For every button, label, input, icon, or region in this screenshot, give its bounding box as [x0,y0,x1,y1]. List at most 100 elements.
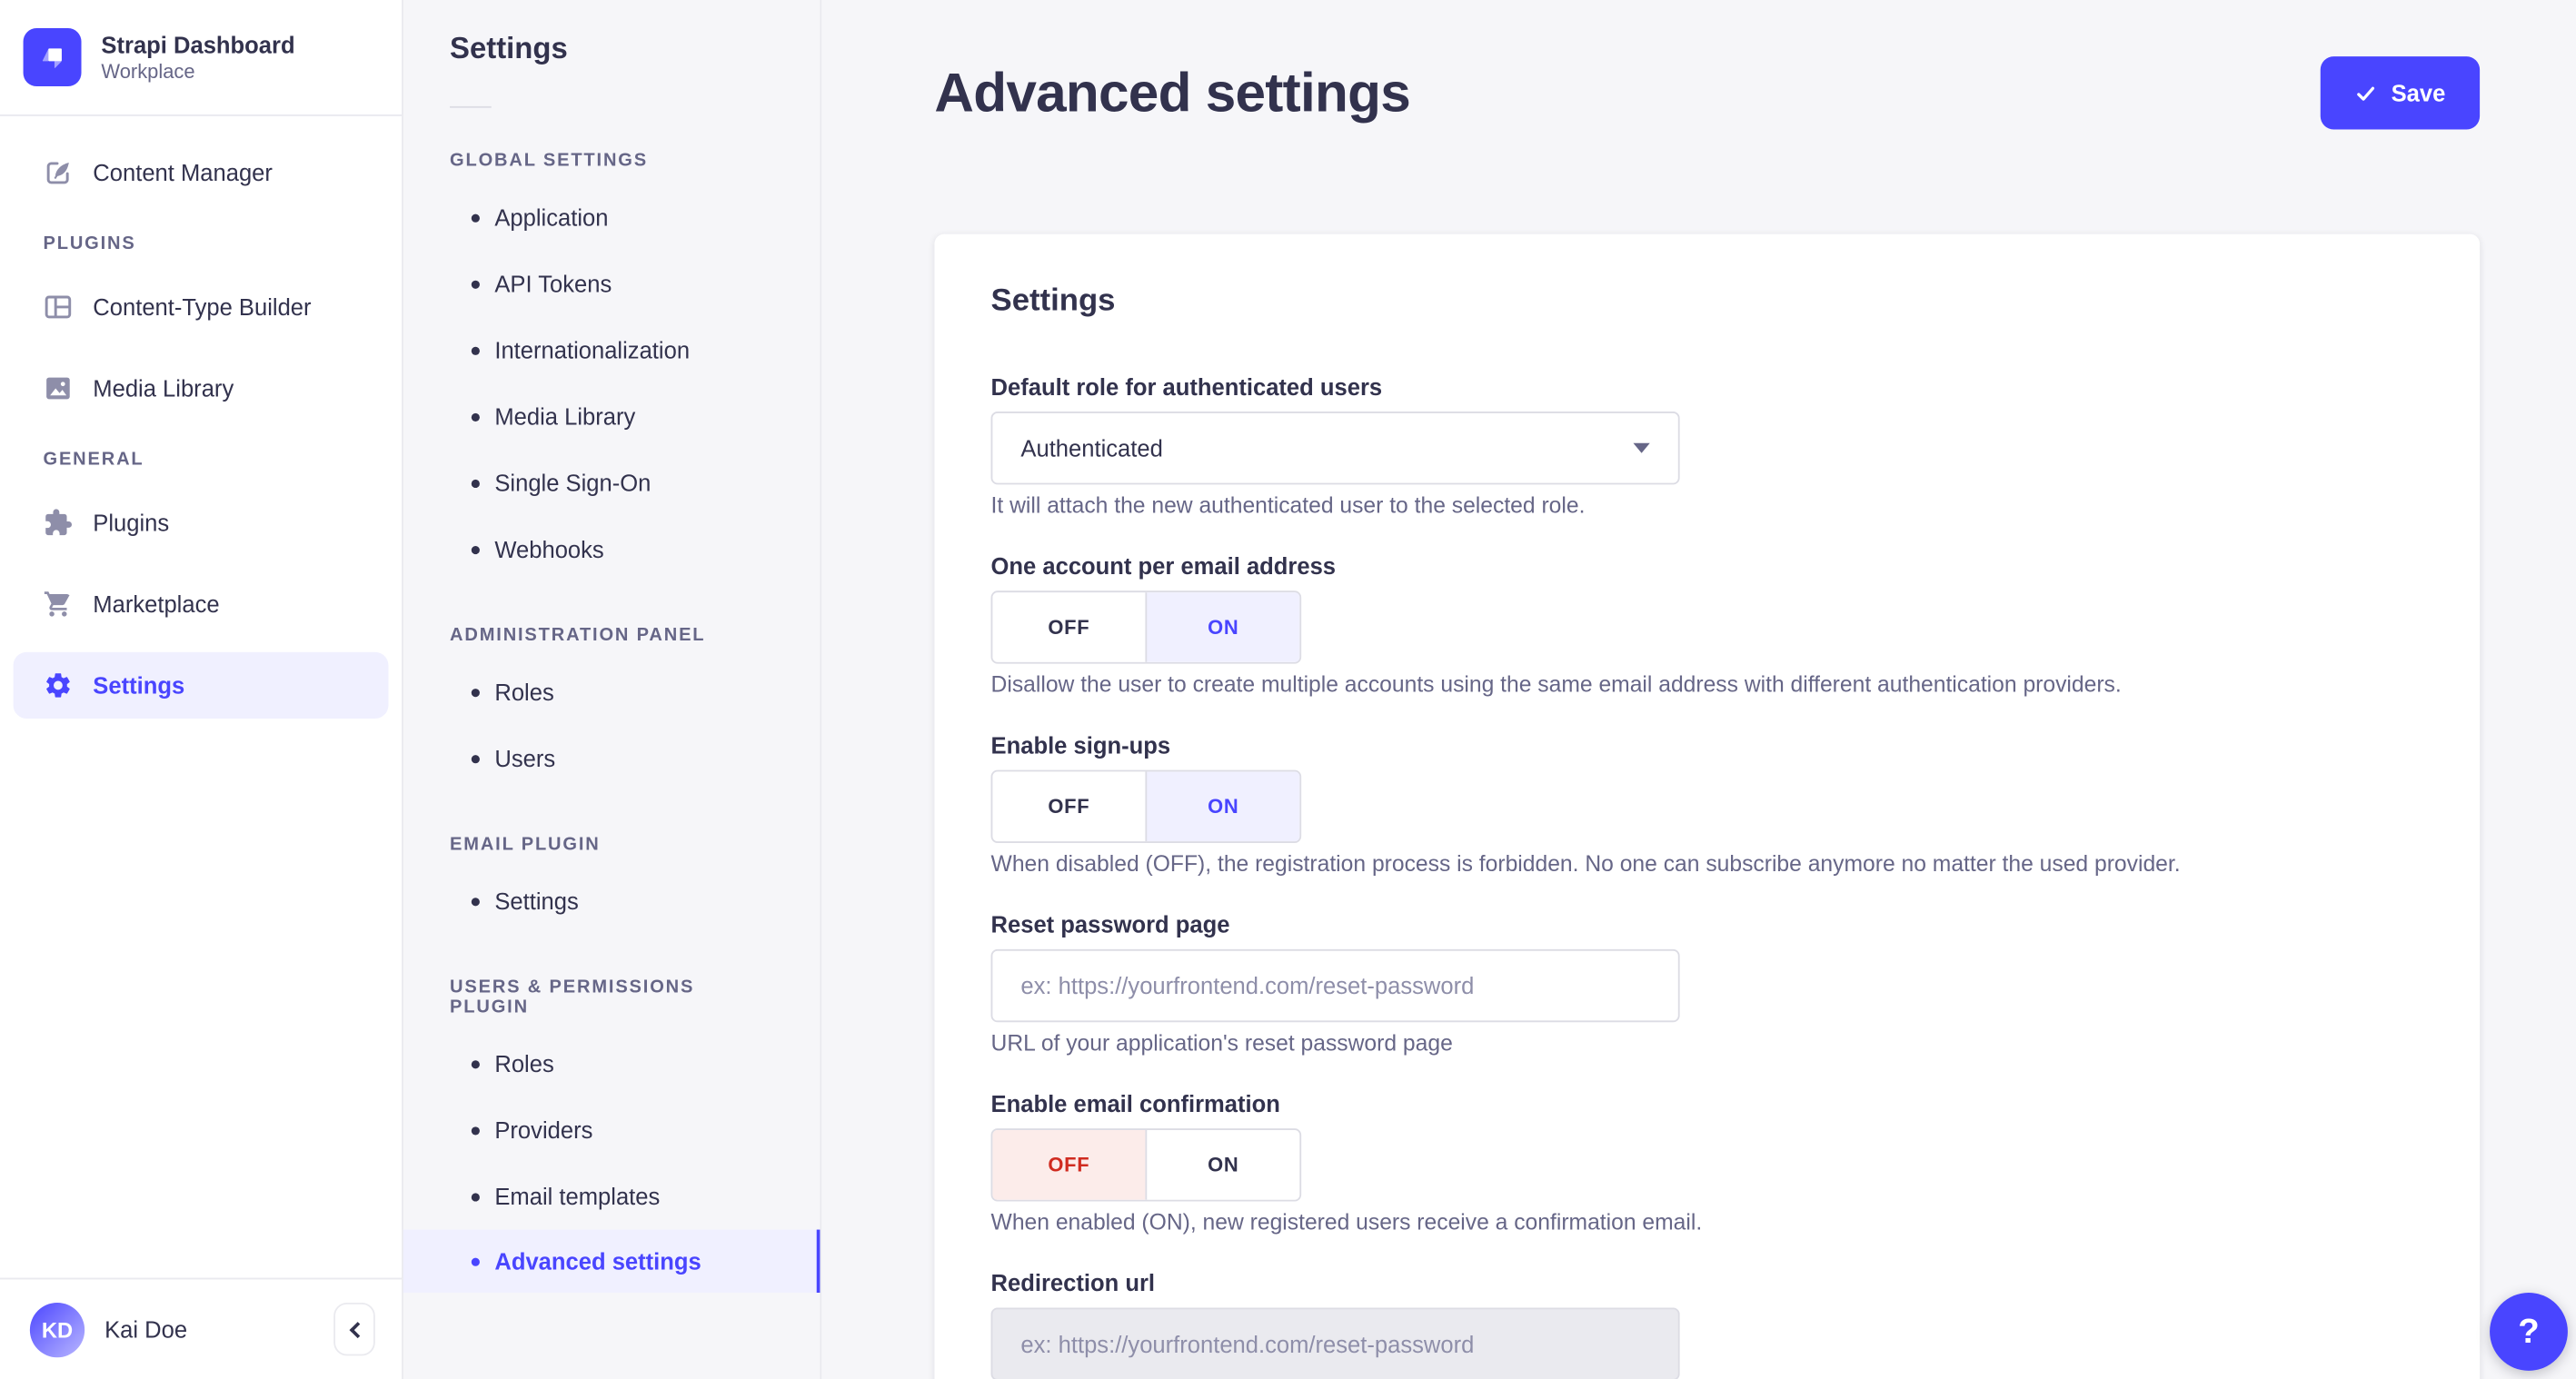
puzzle-icon [43,508,73,538]
subnav-item-single-sign-on[interactable]: Single Sign-On [403,450,821,516]
default-role-hint: It will attach the new authenticated use… [990,492,1586,518]
help-button[interactable]: ? [2490,1293,2568,1371]
subnav-item-admin-roles[interactable]: Roles [403,659,821,725]
enable-sign-ups-toggle-on[interactable]: ON [1145,771,1300,842]
picture-icon [43,373,73,403]
reset-password-input[interactable] [990,948,1680,1023]
field-default-role: Default role for authenticated users Aut… [990,373,2423,520]
subnav-item-up-roles[interactable]: Roles [403,1030,821,1096]
gear-icon [43,670,73,700]
sidebar-item-label: Content Manager [93,159,273,186]
sidebar-footer: KD Kai Doe [0,1277,403,1379]
sidebar-section-general: GENERAL [43,450,144,470]
default-role-selected-value: Authenticated [1020,434,1163,461]
subnav-item-internationalization[interactable]: Internationalization [403,317,821,383]
one-account-toggle-off[interactable]: OFF [992,592,1145,662]
field-one-account-per-email: One account per email address OFF ON Dis… [990,552,2423,699]
default-role-select[interactable]: Authenticated [990,412,1680,485]
sidebar-item-label: Plugins [93,509,170,537]
subnav-item-webhooks[interactable]: Webhooks [403,516,821,582]
bullet-icon [471,755,480,764]
one-account-hint: Disallow the user to create multiple acc… [990,671,2122,698]
email-confirmation-toggle-on[interactable]: ON [1145,1129,1299,1200]
field-enable-sign-ups: Enable sign-ups OFF ON When disabled (OF… [990,731,2423,878]
sidebar-nav: Content Manager PLUGINS Content-Type Bui… [0,116,402,719]
bullet-icon [471,346,480,355]
brand-text: Strapi Dashboard Workplace [101,30,294,84]
settings-card: Settings Default role for authenticated … [934,233,2481,1379]
sidebar-item-marketplace[interactable]: Marketplace [0,570,402,637]
workspace-brand[interactable]: Strapi Dashboard Workplace [0,0,403,116]
checkmark-icon [2356,85,2374,100]
default-role-label: Default role for authenticated users [990,373,1383,401]
primary-sidebar: Strapi Dashboard Workplace Content Manag… [0,0,403,1379]
feather-pen-icon [43,158,73,188]
bullet-icon [471,1193,480,1202]
enable-sign-ups-toggle: OFF ON [990,769,1302,843]
sidebar-item-label: Media Library [93,374,234,402]
page-header: Advanced settings Save [821,0,2576,130]
save-button[interactable]: Save [2320,56,2481,130]
bullet-icon [471,1126,480,1136]
field-redirection-url: Redirection url [990,1269,2423,1379]
brand-title: Strapi Dashboard [101,31,295,58]
enable-sign-ups-label: Enable sign-ups [990,731,1171,759]
sidebar-item-label: Content-Type Builder [93,293,312,321]
save-button-label: Save [2391,79,2446,106]
bullet-icon [471,898,480,907]
chevron-left-icon [348,1321,365,1338]
strapi-logo-icon [23,28,82,86]
divider [450,105,492,108]
one-account-toggle-on[interactable]: ON [1145,592,1300,662]
card-heading: Settings [990,283,1116,319]
sidebar-item-label: Marketplace [93,590,220,618]
bullet-icon [471,689,480,698]
bullet-icon [471,479,480,489]
page-title: Advanced settings [934,61,1410,124]
subnav-item-media-library[interactable]: Media Library [403,383,821,450]
subnav-item-advanced-settings[interactable]: Advanced settings [403,1229,821,1294]
sidebar-item-plugins[interactable]: Plugins [0,490,402,556]
bullet-icon [471,412,480,422]
field-enable-email-confirmation: Enable email confirmation OFF ON When en… [990,1090,2423,1236]
app-window: Strapi Dashboard Workplace Content Manag… [0,0,2576,1379]
one-account-label: One account per email address [990,552,1337,580]
reset-password-label: Reset password page [990,910,1230,938]
sidebar-section-plugins: PLUGINS [43,233,136,254]
enable-sign-ups-hint: When disabled (OFF), the registration pr… [990,851,2181,877]
subnav-item-api-tokens[interactable]: API Tokens [403,251,821,317]
redirection-url-label: Redirection url [990,1269,1156,1296]
subnav-section-global-settings: GLOBAL SETTINGS [450,151,648,172]
bullet-icon [471,1257,480,1266]
user-avatar[interactable]: KD [29,1302,85,1357]
subnav-item-admin-users[interactable]: Users [403,725,821,791]
sidebar-item-media-library[interactable]: Media Library [0,355,402,422]
brand-subtitle: Workplace [101,59,195,84]
bullet-icon [471,280,480,289]
user-name: Kai Doe [104,1315,188,1343]
shopping-cart-icon [43,589,73,619]
email-confirmation-hint: When enabled (ON), new registered users … [990,1209,1703,1235]
sidebar-item-settings[interactable]: Settings [13,651,389,719]
collapse-sidebar-button[interactable] [333,1302,375,1356]
subnav-item-email-settings[interactable]: Settings [403,868,821,934]
email-confirmation-toggle-off[interactable]: OFF [992,1129,1146,1200]
subnav-section-administration-panel: ADMINISTRATION PANEL [450,625,706,646]
sidebar-item-content-type-builder[interactable]: Content-Type Builder [0,273,402,340]
layout-grid-icon [43,293,73,322]
subnav-item-email-templates[interactable]: Email templates [403,1164,821,1230]
bullet-icon [471,213,480,223]
reset-password-hint: URL of your application's reset password… [990,1030,1453,1056]
sidebar-item-content-manager[interactable]: Content Manager [0,139,402,205]
bullet-icon [471,1060,480,1069]
redirection-url-input[interactable] [990,1307,1680,1379]
settings-subnav: Settings GLOBAL SETTINGS Application API… [403,0,822,1379]
enable-sign-ups-toggle-off[interactable]: OFF [992,771,1145,841]
sidebar-item-label: Settings [93,671,185,699]
subnav-item-application[interactable]: Application [403,184,821,251]
subnav-title: Settings [450,31,568,65]
subnav-item-providers[interactable]: Providers [403,1096,821,1163]
caret-down-icon [1633,442,1650,453]
email-confirmation-label: Enable email confirmation [990,1090,1280,1117]
main-content: Advanced settings Save Settings Default … [821,0,2576,1379]
